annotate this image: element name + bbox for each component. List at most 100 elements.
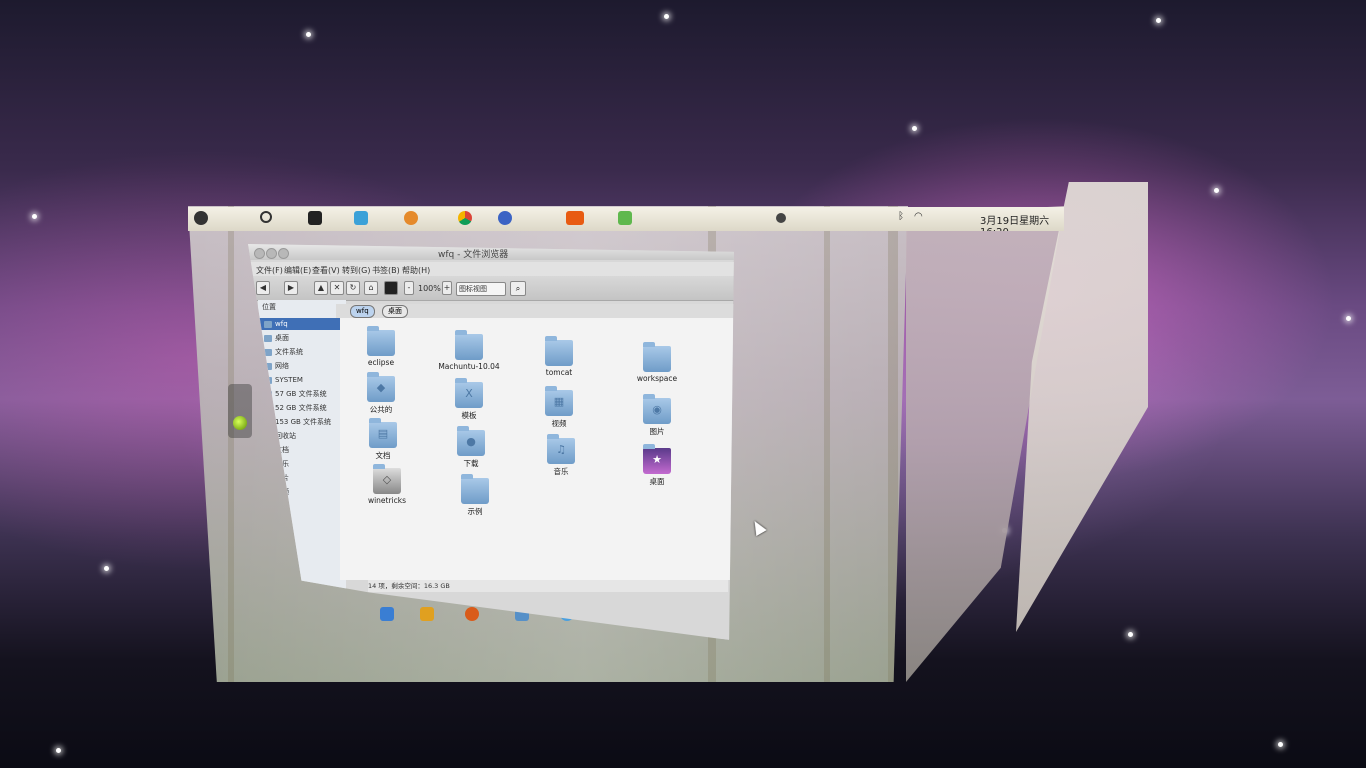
computer-button[interactable]	[384, 281, 398, 295]
star	[104, 566, 109, 571]
close-button[interactable]	[254, 248, 265, 259]
star	[1278, 742, 1283, 747]
file-item[interactable]: tomcat	[524, 336, 594, 377]
sidebar-header[interactable]: 位置	[262, 302, 276, 312]
sidebar-item-system[interactable]: SYSTEM	[258, 374, 346, 386]
sidebar-item-label: 文件系统	[275, 348, 303, 356]
orb-icon	[233, 416, 247, 430]
folder-icon	[545, 336, 573, 366]
music-folder-icon: ♫	[547, 434, 575, 464]
menu-go[interactable]: 转到(G)	[342, 265, 370, 276]
sidebar-item-network[interactable]: 网络	[258, 360, 346, 372]
dock-icon[interactable]	[380, 607, 394, 621]
file-item[interactable]: X 模板	[434, 378, 504, 421]
globe-icon[interactable]	[498, 211, 512, 225]
sidebar-item-wfq[interactable]: wfq	[258, 318, 346, 330]
chat-icon[interactable]	[354, 211, 368, 225]
menu-edit[interactable]: 编辑(E)	[284, 265, 311, 276]
file-name: 音乐	[553, 467, 569, 476]
bamboo-stalk	[824, 206, 830, 682]
file-item[interactable]: ◉ 图片	[622, 394, 692, 437]
downloads-folder-icon: ●	[457, 426, 485, 456]
zoom-level: 100%	[418, 284, 441, 293]
file-item[interactable]: ★ 桌面	[622, 444, 692, 487]
file-name: eclipse	[367, 358, 395, 367]
breadcrumb-wfq[interactable]: wfq	[350, 305, 375, 318]
sidebar-item-desktop[interactable]: 桌面	[258, 332, 346, 344]
green-orb-widget[interactable]	[228, 384, 252, 438]
pps-icon[interactable]	[566, 211, 584, 225]
sidebar-item-label: 网络	[275, 362, 289, 370]
folder-icon	[367, 326, 395, 356]
up-button[interactable]: ▲	[314, 281, 328, 295]
forward-button[interactable]: ▶	[284, 281, 298, 295]
minimize-button[interactable]	[266, 248, 277, 259]
stop-button[interactable]: ✕	[330, 281, 344, 295]
file-name: 模板	[461, 411, 477, 420]
file-name: 下载	[463, 459, 479, 468]
star	[56, 748, 61, 753]
file-item[interactable]: ◇ winetricks	[352, 464, 422, 505]
templates-folder-icon: X	[455, 378, 483, 408]
file-name: tomcat	[545, 368, 573, 377]
menu-view[interactable]: 查看(V)	[312, 265, 340, 276]
file-item[interactable]: ◆ 公共的	[346, 372, 416, 415]
menu-bookmarks[interactable]: 书签(B)	[372, 265, 400, 276]
examples-folder-icon	[461, 474, 489, 504]
dock-icon[interactable]	[420, 607, 434, 621]
home-folder-icon	[264, 320, 272, 328]
file-name: 桌面	[649, 477, 665, 486]
menu-file[interactable]: 文件(F)	[256, 265, 283, 276]
file-name: 示例	[467, 507, 483, 516]
file-name: workspace	[636, 374, 678, 383]
sidebar-item-label: 52 GB 文件系统	[275, 404, 327, 412]
home-button[interactable]: ⌂	[364, 281, 378, 295]
dock-icon[interactable]	[465, 607, 479, 621]
sidebar-item-label: 桌面	[275, 334, 289, 342]
zoom-in-button[interactable]: +	[442, 281, 452, 295]
terminal-icon[interactable]	[308, 211, 322, 225]
maximize-button[interactable]	[278, 248, 289, 259]
toolbar: ◀ ▶ ▲ ✕ ↻ ⌂ - 100% + 图标视图 ⌕	[248, 276, 734, 301]
public-folder-icon: ◆	[367, 372, 395, 402]
search-icon[interactable]	[260, 211, 272, 223]
bamboo-stalk	[888, 206, 898, 682]
file-item[interactable]: eclipse	[346, 326, 416, 367]
file-item[interactable]: 示例	[440, 474, 510, 517]
documents-folder-icon: ▤	[369, 418, 397, 448]
folder-icon	[643, 342, 671, 372]
menu-help[interactable]: 帮助(H)	[402, 265, 430, 276]
file-item[interactable]: ♫ 音乐	[526, 434, 596, 477]
star	[664, 14, 669, 19]
wifi-icon[interactable]: ◠	[914, 211, 928, 225]
star	[1346, 316, 1351, 321]
file-name: winetricks	[367, 496, 407, 505]
chrome-icon[interactable]	[458, 211, 472, 225]
installer-icon[interactable]	[618, 211, 632, 225]
breadcrumb-desktop[interactable]: 桌面	[382, 305, 408, 318]
desktop-folder-icon: ★	[643, 444, 671, 474]
bluetooth-icon[interactable]: ᛒ	[898, 211, 912, 225]
apple-icon[interactable]	[194, 211, 208, 225]
file-item[interactable]: ▦ 视频	[524, 386, 594, 429]
star	[306, 32, 311, 37]
reload-button[interactable]: ↻	[346, 281, 360, 295]
file-item[interactable]: ▤ 文档	[348, 418, 418, 461]
zoom-out-button[interactable]: -	[404, 281, 414, 295]
sidebar-item-filesystem[interactable]: 文件系统	[258, 346, 346, 358]
search-button[interactable]: ⌕	[510, 281, 526, 296]
file-name: Machuntu-10.04	[438, 362, 500, 371]
file-item[interactable]: workspace	[622, 342, 692, 383]
file-item[interactable]: ● 下载	[436, 426, 506, 469]
sidebar-item-label: wfq	[275, 320, 288, 328]
status-bar: 14 项，剩余空间：16.3 GB	[368, 580, 728, 592]
star	[1156, 18, 1161, 23]
file-item[interactable]: Machuntu-10.04	[434, 330, 504, 371]
star	[1214, 188, 1219, 193]
browser-icon[interactable]	[404, 211, 418, 225]
view-mode-select[interactable]: 图标视图	[456, 282, 506, 296]
power-icon[interactable]	[776, 213, 786, 223]
back-button[interactable]: ◀	[256, 281, 270, 295]
desktop-icon	[264, 334, 272, 342]
star	[912, 126, 917, 131]
